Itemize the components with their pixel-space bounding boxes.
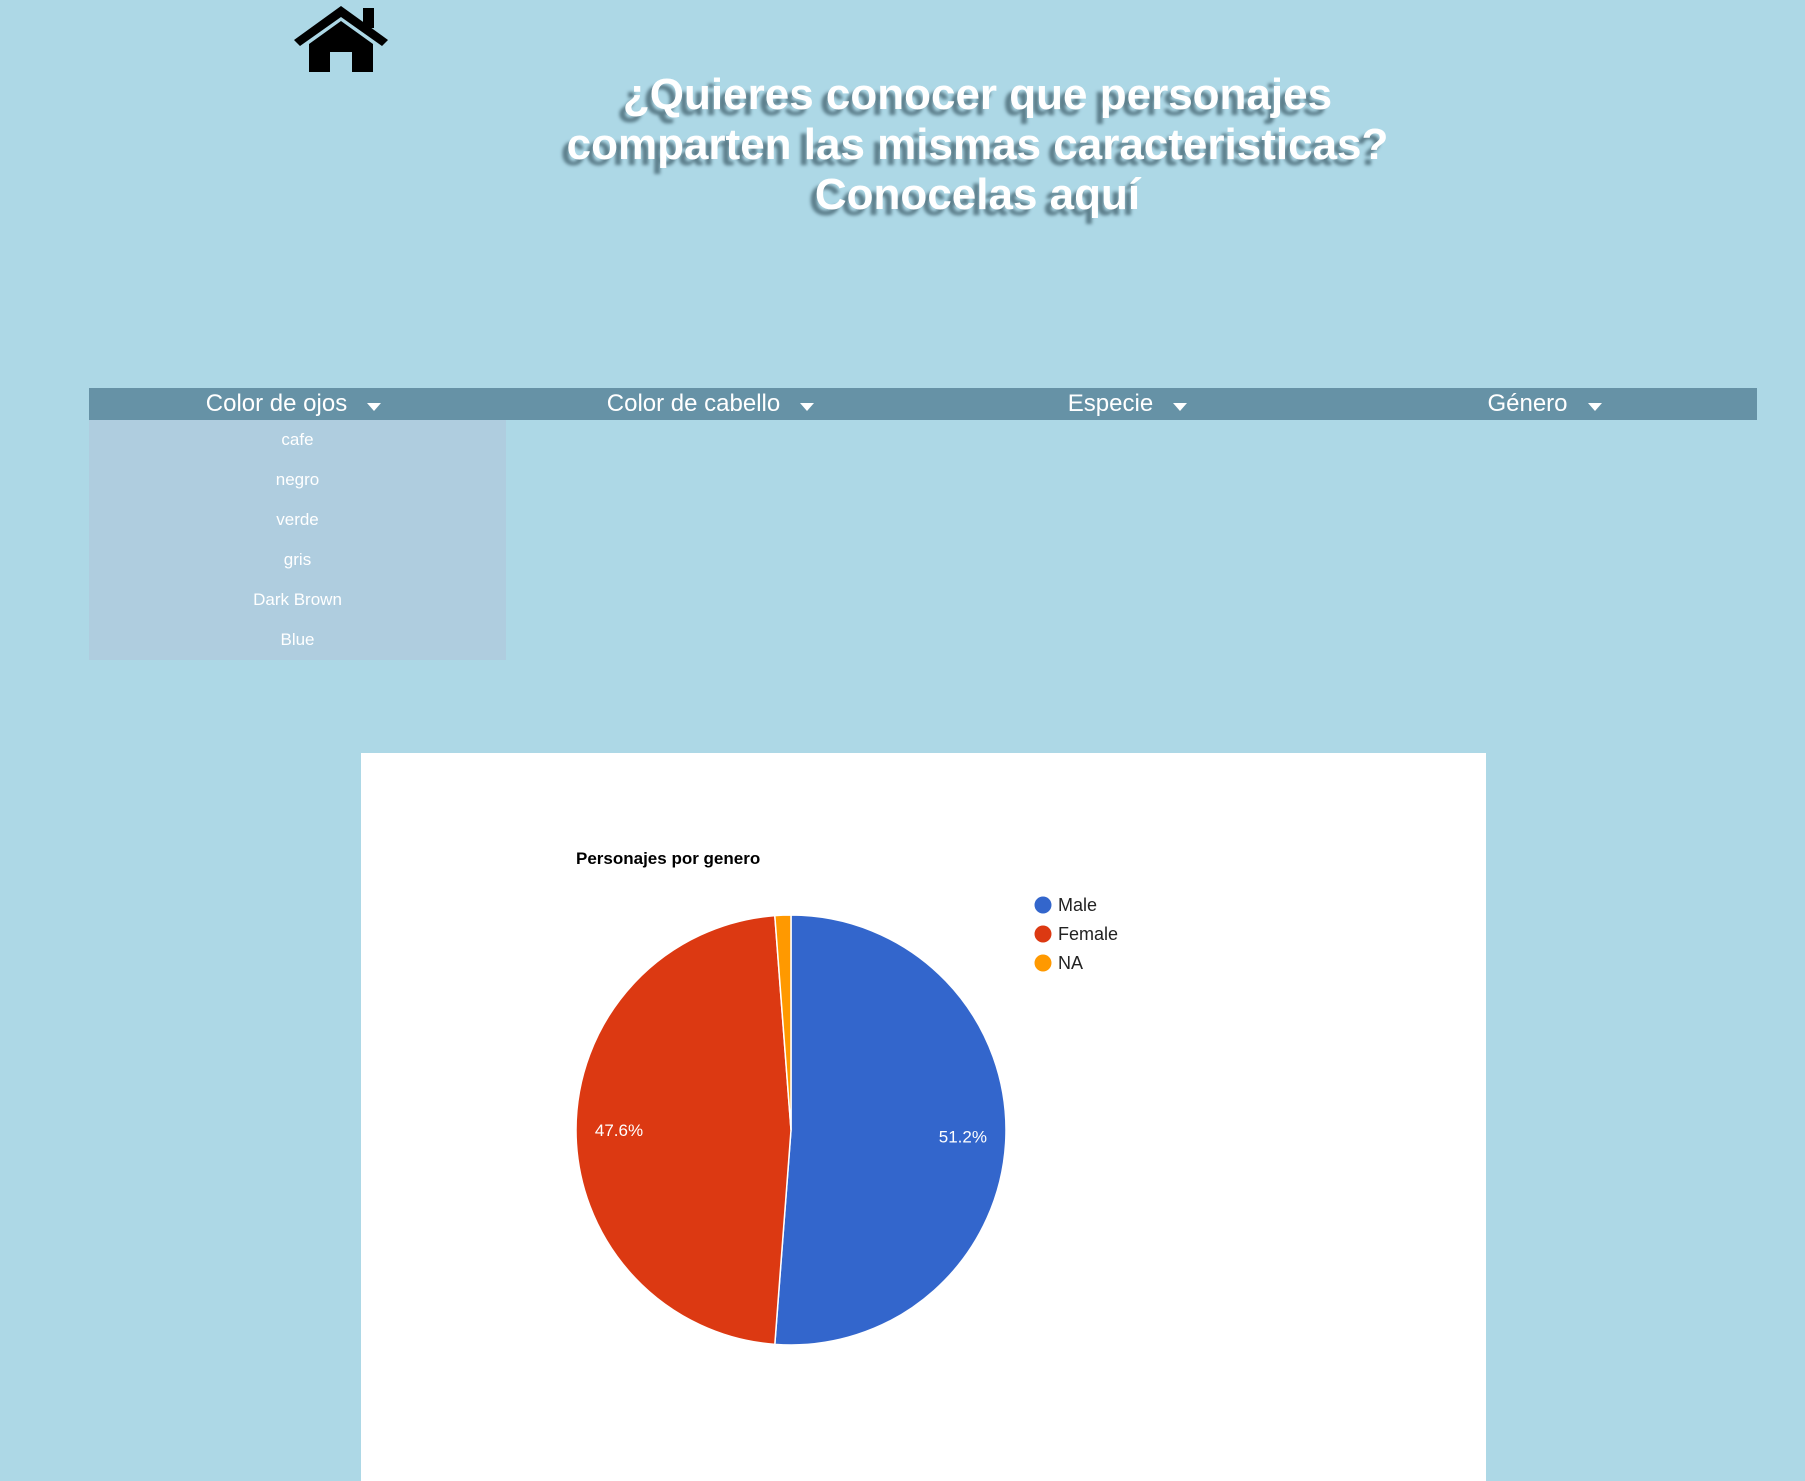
dropdown-option-gris[interactable]: gris — [89, 540, 506, 580]
pie-label-female: 47.6% — [595, 1121, 643, 1140]
dropdown-option-cafe[interactable]: cafe — [89, 420, 506, 460]
page-title-line-2: comparten las mismas caracteristicas? — [566, 120, 1389, 169]
caret-down-icon — [1587, 402, 1610, 412]
page-title-line-1: ¿Quieres conocer que personajes — [622, 70, 1333, 119]
page-title-line-3: Conocelas aquí — [814, 170, 1141, 219]
chart-legend: Male Female NA — [1034, 895, 1118, 973]
caret-down-icon — [367, 402, 389, 412]
eye-color-dropdown: cafe negro verde gris Dark Brown Blue — [89, 420, 506, 660]
dropdown-option-verde[interactable]: verde — [89, 500, 506, 540]
legend-swatch-male — [1034, 896, 1052, 914]
caret-down-icon — [800, 402, 822, 412]
filter-tab-gender[interactable]: Género — [1340, 388, 1757, 420]
caret-down-icon — [1173, 402, 1195, 412]
filter-bar: Color de ojos Color de cabello Especie G… — [89, 388, 1757, 420]
home-button[interactable] — [284, 2, 398, 72]
gender-pie-chart: Personajes por genero 51.2% 47.6% Male Fem… — [575, 849, 1118, 1346]
legend-label-female[interactable]: Female — [1058, 924, 1118, 944]
dropdown-option-negro[interactable]: negro — [89, 460, 506, 500]
filter-tab-label: Especie — [1067, 390, 1154, 417]
filter-tab-label: Color de cabello — [606, 390, 781, 417]
chart-title: Personajes por genero — [576, 849, 760, 868]
filter-tab-hair-color[interactable]: Color de cabello — [506, 388, 923, 420]
filter-tab-eye-color[interactable]: Color de ojos — [89, 388, 506, 420]
legend-swatch-female — [1034, 925, 1052, 943]
pie-label-male: 51.2% — [939, 1127, 987, 1146]
legend-label-na[interactable]: NA — [1058, 953, 1083, 973]
house-icon — [294, 6, 388, 72]
dropdown-option-blue[interactable]: Blue — [89, 620, 506, 660]
filter-tab-species[interactable]: Especie — [923, 388, 1340, 420]
page-title: ¿Quieres conocer que personajes comparte… — [440, 70, 1515, 220]
filter-tab-label: Género — [1487, 390, 1568, 417]
filter-tab-label: Color de ojos — [205, 390, 348, 417]
legend-label-male[interactable]: Male — [1058, 895, 1097, 915]
dropdown-option-dark-brown[interactable]: Dark Brown — [89, 580, 506, 620]
legend-swatch-na — [1034, 954, 1052, 972]
chart-card: Personajes por genero 51.2% 47.6% Male Fem… — [361, 753, 1486, 1481]
